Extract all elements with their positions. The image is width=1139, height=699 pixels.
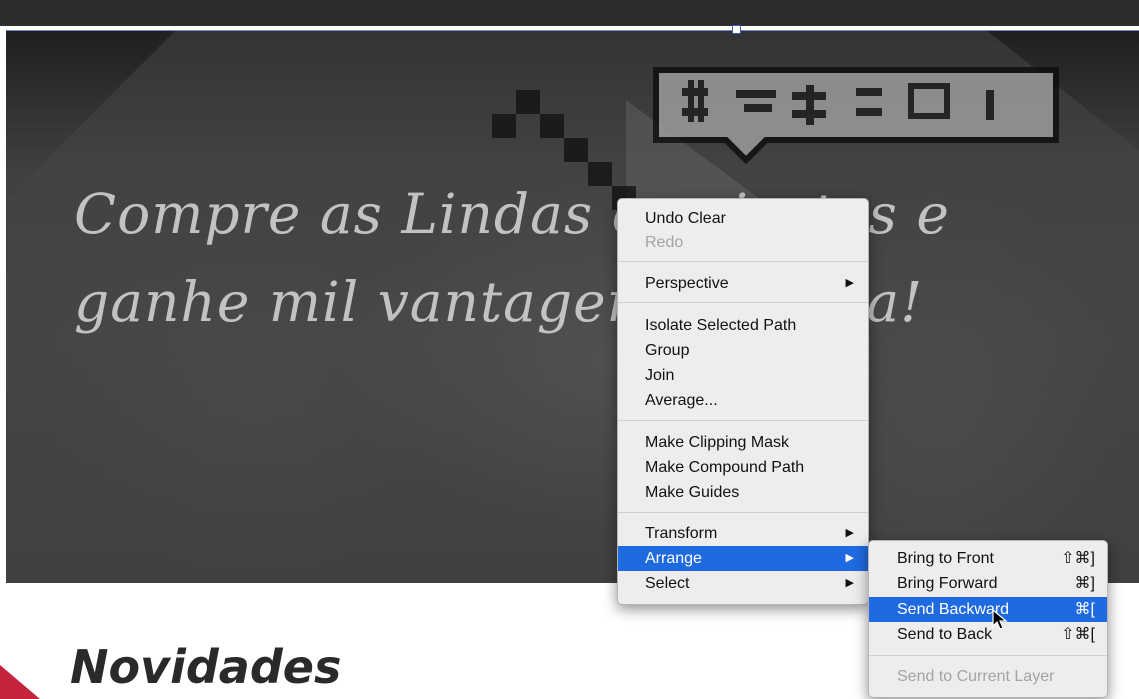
shortcut-label: ⇧⌘] [1061,550,1095,567]
shortcut-label: ⌘] [1074,575,1095,592]
headline-line-2: ganhe mil vantagens na vida! [74,270,924,334]
submenu-arrow-icon: ▶ [845,277,854,289]
menu-item-make-guides[interactable]: Make Guides [618,480,868,505]
arrow-cursor-icon [992,609,1008,630]
menu-item-isolate-selected-path[interactable]: Isolate Selected Path [618,313,868,338]
submenu-arrow-icon: ▶ [845,527,854,539]
menu-item-label: Join [645,367,675,384]
menu-item-perspective[interactable]: Perspective ▶ [618,271,868,296]
menu-item-label: Make Compound Path [645,459,805,476]
menu-item-label: Average... [645,392,718,409]
menu-separator [869,655,1107,656]
submenu-item-send-to-back[interactable]: Send to Back ⇧⌘[ [869,622,1107,647]
menu-item-label: Redo [645,234,684,251]
menu-item-group[interactable]: Group [618,338,868,363]
hero-banner[interactable]: Compre as Lindas camisetas e ganhe mil v… [6,30,1139,583]
shortcut-label: ⇧⌘[ [1061,626,1095,643]
submenu-arrow-icon: ▶ [845,552,854,564]
context-menu: Undo Clear Redo Perspective ▶ Isolate Sel… [617,198,869,605]
menu-item-label: Send to Back [897,626,993,643]
submenu-arrow-icon: ▶ [845,577,854,589]
shortcut-label: ⌘[ [1074,601,1095,618]
menu-separator [618,420,868,421]
menu-item-label: Make Clipping Mask [645,434,790,451]
menu-separator [618,302,868,303]
selection-bounding-line [6,30,1139,31]
menu-item-make-clipping-mask[interactable]: Make Clipping Mask [618,430,868,455]
menu-item-label: Perspective [645,275,729,292]
submenu-item-bring-forward[interactable]: Bring Forward ⌘] [869,571,1107,596]
menu-item-label: Select [645,575,690,592]
menu-item-label: Send to Current Layer [897,668,1055,685]
menu-item-join[interactable]: Join [618,363,868,388]
menu-item-label: Group [645,342,690,359]
menu-item-label: Arrange [645,550,702,567]
menu-item-label: Isolate Selected Path [645,317,797,334]
selection-handle[interactable] [732,25,741,34]
menu-item-label: Make Guides [645,484,740,501]
menu-separator [618,261,868,262]
menu-item-label: Undo Clear [645,210,726,227]
section-title: Novidades [70,640,342,694]
menu-item-label: Bring to Front [897,550,994,567]
menu-item-make-compound-path[interactable]: Make Compound Path [618,455,868,480]
menu-item-transform[interactable]: Transform ▶ [618,521,868,546]
submenu-item-send-backward[interactable]: Send Backward ⌘[ [869,597,1107,622]
menu-item-label: Transform [645,525,718,542]
menu-item-redo: Redo [618,230,868,255]
menu-item-average[interactable]: Average... [618,388,868,413]
menu-item-arrange[interactable]: Arrange ▶ [618,546,868,571]
arrange-submenu: Bring to Front ⇧⌘] Bring Forward ⌘] Send B… [868,540,1108,698]
menu-item-undo-clear[interactable]: Undo Clear [618,206,868,231]
document-top-bar [0,0,1139,26]
menu-separator [618,512,868,513]
submenu-item-bring-to-front[interactable]: Bring to Front ⇧⌘] [869,546,1107,571]
hero-headline[interactable]: Compre as Lindas camisetas e ganhe mil v… [74,170,1134,346]
submenu-item-send-to-current-layer: Send to Current Layer [869,664,1107,689]
menu-item-select[interactable]: Select ▶ [618,571,868,596]
headline-line-1: Compre as Lindas camisetas e [74,182,950,246]
menu-item-label: Bring Forward [897,575,998,592]
accent-triangle [0,665,40,699]
